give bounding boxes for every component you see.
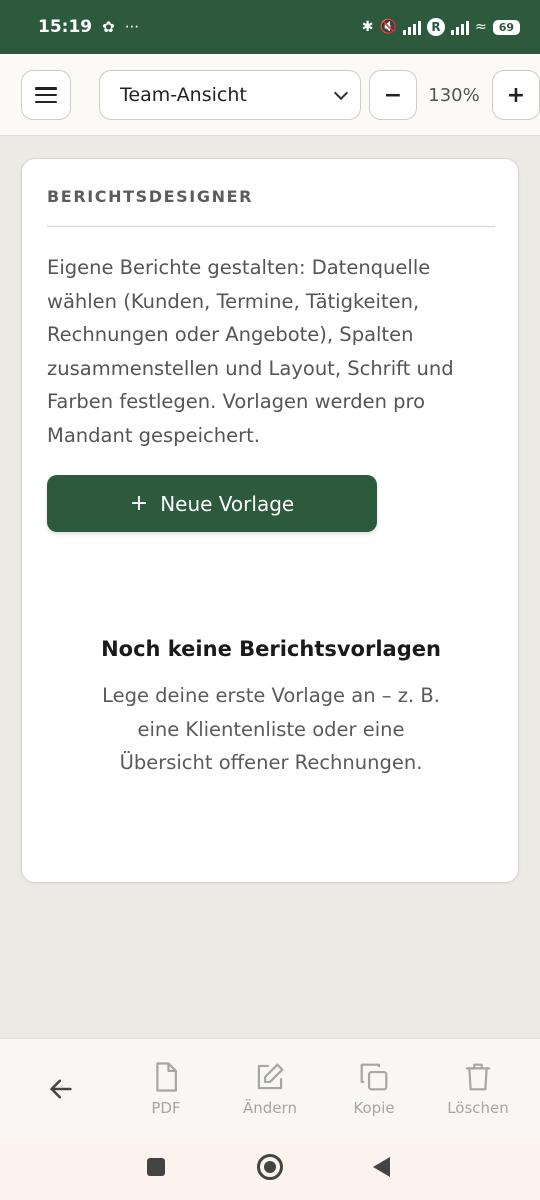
main-content: BERICHTSDESIGNER Eigene Berichte gestalt… (0, 136, 540, 1038)
edit-button[interactable]: Ändern (225, 1039, 315, 1139)
copy-label: Kopie (353, 1099, 395, 1117)
pdf-button[interactable]: PDF (126, 1039, 206, 1139)
recent-apps-icon[interactable] (147, 1158, 165, 1176)
report-designer-card: BERICHTSDESIGNER Eigene Berichte gestalt… (21, 158, 519, 883)
card-description: Eigene Berichte gestalten: Datenquelle w… (47, 256, 454, 447)
bluetooth-icon: ✱ (361, 19, 374, 35)
roaming-badge: R (426, 18, 445, 36)
back-button[interactable] (32, 1039, 90, 1139)
bottom-action-bar: PDF Ändern Kopie Löschen (0, 1038, 540, 1138)
zoom-out-button[interactable]: − (369, 70, 417, 120)
trash-icon (465, 1063, 491, 1091)
mute-icon: 🔇 (379, 19, 397, 35)
notification-leaf-icon: ✿ (102, 18, 115, 36)
edit-icon (257, 1063, 284, 1090)
signal-icon (402, 19, 421, 35)
signal-icon-2 (450, 19, 469, 35)
arrow-left-icon (50, 1079, 72, 1099)
menu-button[interactable] (21, 70, 71, 120)
battery-indicator: 69 (492, 19, 520, 35)
edit-label: Ändern (243, 1099, 297, 1117)
delete-label: Löschen (447, 1099, 509, 1117)
view-select[interactable]: Team-Ansicht (99, 70, 361, 120)
zoom-in-button[interactable]: + (492, 70, 540, 120)
back-triangle-icon[interactable] (373, 1157, 390, 1177)
home-icon[interactable] (257, 1154, 283, 1180)
view-select-value: Team-Ansicht (120, 84, 247, 106)
plus-icon: + (129, 491, 149, 516)
status-time: 15:19 (38, 17, 93, 37)
more-notifications-icon: ··· (124, 18, 140, 36)
copy-button[interactable]: Kopie (334, 1039, 414, 1139)
new-template-label: Neue Vorlage (160, 491, 295, 516)
new-template-button[interactable]: + Neue Vorlage (47, 475, 377, 532)
copy-icon (360, 1063, 388, 1091)
delete-button[interactable]: Löschen (433, 1039, 523, 1139)
status-bar: 15:19 ✿ ··· ✱ 🔇 R ≈ 69 (0, 0, 540, 54)
zoom-level: 130% (428, 84, 480, 106)
empty-state-title: Noch keine Berichtsvorlagen (101, 637, 441, 661)
pdf-label: PDF (151, 1099, 181, 1117)
card-title: BERICHTSDESIGNER (47, 187, 495, 227)
system-nav-bar (0, 1138, 540, 1200)
chevron-down-icon (333, 85, 349, 100)
top-toolbar: Team-Ansicht − 130% + (0, 54, 540, 136)
empty-state-text: Lege deine erste Vorlage an – z. B. eine… (102, 684, 440, 774)
wifi-icon: ≈ (474, 19, 487, 35)
hamburger-icon (35, 87, 57, 103)
file-icon (156, 1062, 177, 1092)
